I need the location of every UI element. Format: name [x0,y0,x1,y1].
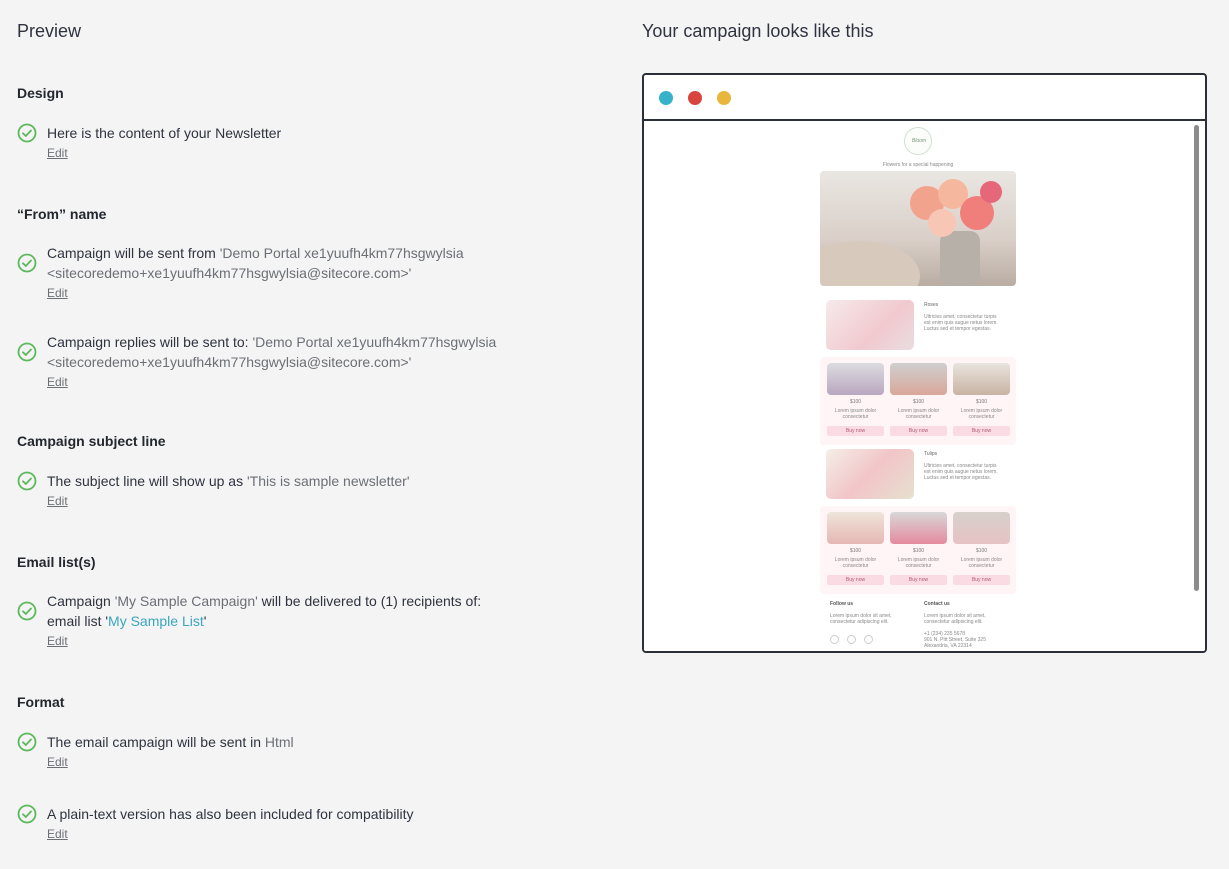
buy-now-button[interactable]: Buy now [953,575,1010,585]
hero-image [820,171,1016,286]
buy-now-button[interactable]: Buy now [827,575,884,585]
page-title: Preview [17,21,82,41]
summary-item-sender: Campaign will be sent from 'Demo Portal … [17,243,537,302]
check-circle-icon [17,732,37,752]
buy-now-button[interactable]: Buy now [827,426,884,436]
product-row-1: $100 Lorem ipsum dolor consectetur Buy n… [820,357,1016,445]
summary-text: A plain-text version has also been inclu… [47,806,414,822]
product-card: $100 Lorem ipsum dolor consectetur Buy n… [827,363,884,436]
summary-item-format: The email campaign will be sent in Html … [17,732,537,771]
buy-now-button[interactable]: Buy now [953,426,1010,436]
section-heading-from-name: “From” name [17,206,107,222]
buy-now-button[interactable]: Buy now [890,575,947,585]
preview-title: Your campaign looks like this [642,21,874,41]
email-preview-viewport[interactable]: Bloom Flowers for a special happening Ro… [644,121,1205,651]
tulips-thumbnail [826,449,914,499]
summary-item-email-list: Campaign 'My Sample Campaign' will be de… [17,591,537,650]
edit-email-list-link[interactable]: Edit [47,634,68,648]
edit-plain-text-link[interactable]: Edit [47,827,68,841]
preview-scrollbar[interactable] [1194,125,1199,591]
format-value: Html [264,734,294,750]
check-circle-icon [17,342,37,362]
window-dot-yellow-icon [717,91,731,105]
section-heading-subject: Campaign subject line [17,433,166,449]
product-card: $100 Lorem ipsum dolor consectetur Buy n… [890,512,947,585]
section-heading-design: Design [17,85,64,101]
edit-subject-link[interactable]: Edit [47,494,68,508]
edit-sender-link[interactable]: Edit [47,286,68,300]
product-card: $100 Lorem ipsum dolor consectetur Buy n… [827,512,884,585]
feature-roses: Roses Ultricies amet, consectetur turpis… [826,300,1010,352]
product-card: $100 Lorem ipsum dolor consectetur Buy n… [890,363,947,436]
window-dot-teal-icon [659,91,673,105]
edit-format-link[interactable]: Edit [47,755,68,769]
instagram-icon[interactable] [864,635,873,644]
feature-tulips: Tulips Ultricies amet, consectetur turpi… [826,449,1010,501]
check-circle-icon [17,123,37,143]
summary-item-newsletter-content: Here is the content of your Newsletter E… [17,123,537,162]
footer-contact: Contact us Lorem ipsum dolor sit amet, c… [924,601,986,649]
product-card: $100 Lorem ipsum dolor consectetur Buy n… [953,363,1010,436]
product-card: $100 Lorem ipsum dolor consectetur Buy n… [953,512,1010,585]
check-circle-icon [17,471,37,491]
summary-text: Campaign 'My Sample Campaign' will be de… [47,593,482,629]
product-row-2: $100 Lorem ipsum dolor consectetur Buy n… [820,506,1016,594]
campaign-name-value: 'My Sample Campaign' [114,593,258,609]
section-heading-email-lists: Email list(s) [17,554,96,570]
footer-follow: Follow us Lorem ipsum dolor sit amet, co… [830,601,892,625]
summary-item-reply-to: Campaign replies will be sent to: 'Demo … [17,332,537,391]
buy-now-button[interactable]: Buy now [890,426,947,436]
browser-title-bar [644,75,1205,121]
check-circle-icon [17,253,37,273]
email-tagline: Flowers for a special happening [882,162,954,168]
brand-logo: Bloom [904,127,932,155]
browser-preview-frame: Bloom Flowers for a special happening Ro… [642,73,1207,653]
summary-text: Campaign will be sent from 'Demo Portal … [47,245,464,281]
summary-item-subject: The subject line will show up as 'This i… [17,471,537,510]
check-circle-icon [17,804,37,824]
check-circle-icon [17,601,37,621]
edit-design-link[interactable]: Edit [47,146,68,160]
subject-value: 'This is sample newsletter' [247,473,410,489]
email-list-link[interactable]: My Sample List [108,613,204,629]
twitter-icon[interactable] [847,635,856,644]
section-heading-format: Format [17,694,65,710]
summary-text: The subject line will show up as 'This i… [47,473,410,489]
roses-thumbnail [826,300,914,350]
summary-item-plain-text: A plain-text version has also been inclu… [17,804,537,843]
window-dot-red-icon [688,91,702,105]
summary-text: Campaign replies will be sent to: 'Demo … [47,334,497,370]
edit-reply-to-link[interactable]: Edit [47,375,68,389]
summary-text: The email campaign will be sent in Html [47,734,294,750]
summary-text: Here is the content of your Newsletter [47,125,282,141]
facebook-icon[interactable] [830,635,839,644]
